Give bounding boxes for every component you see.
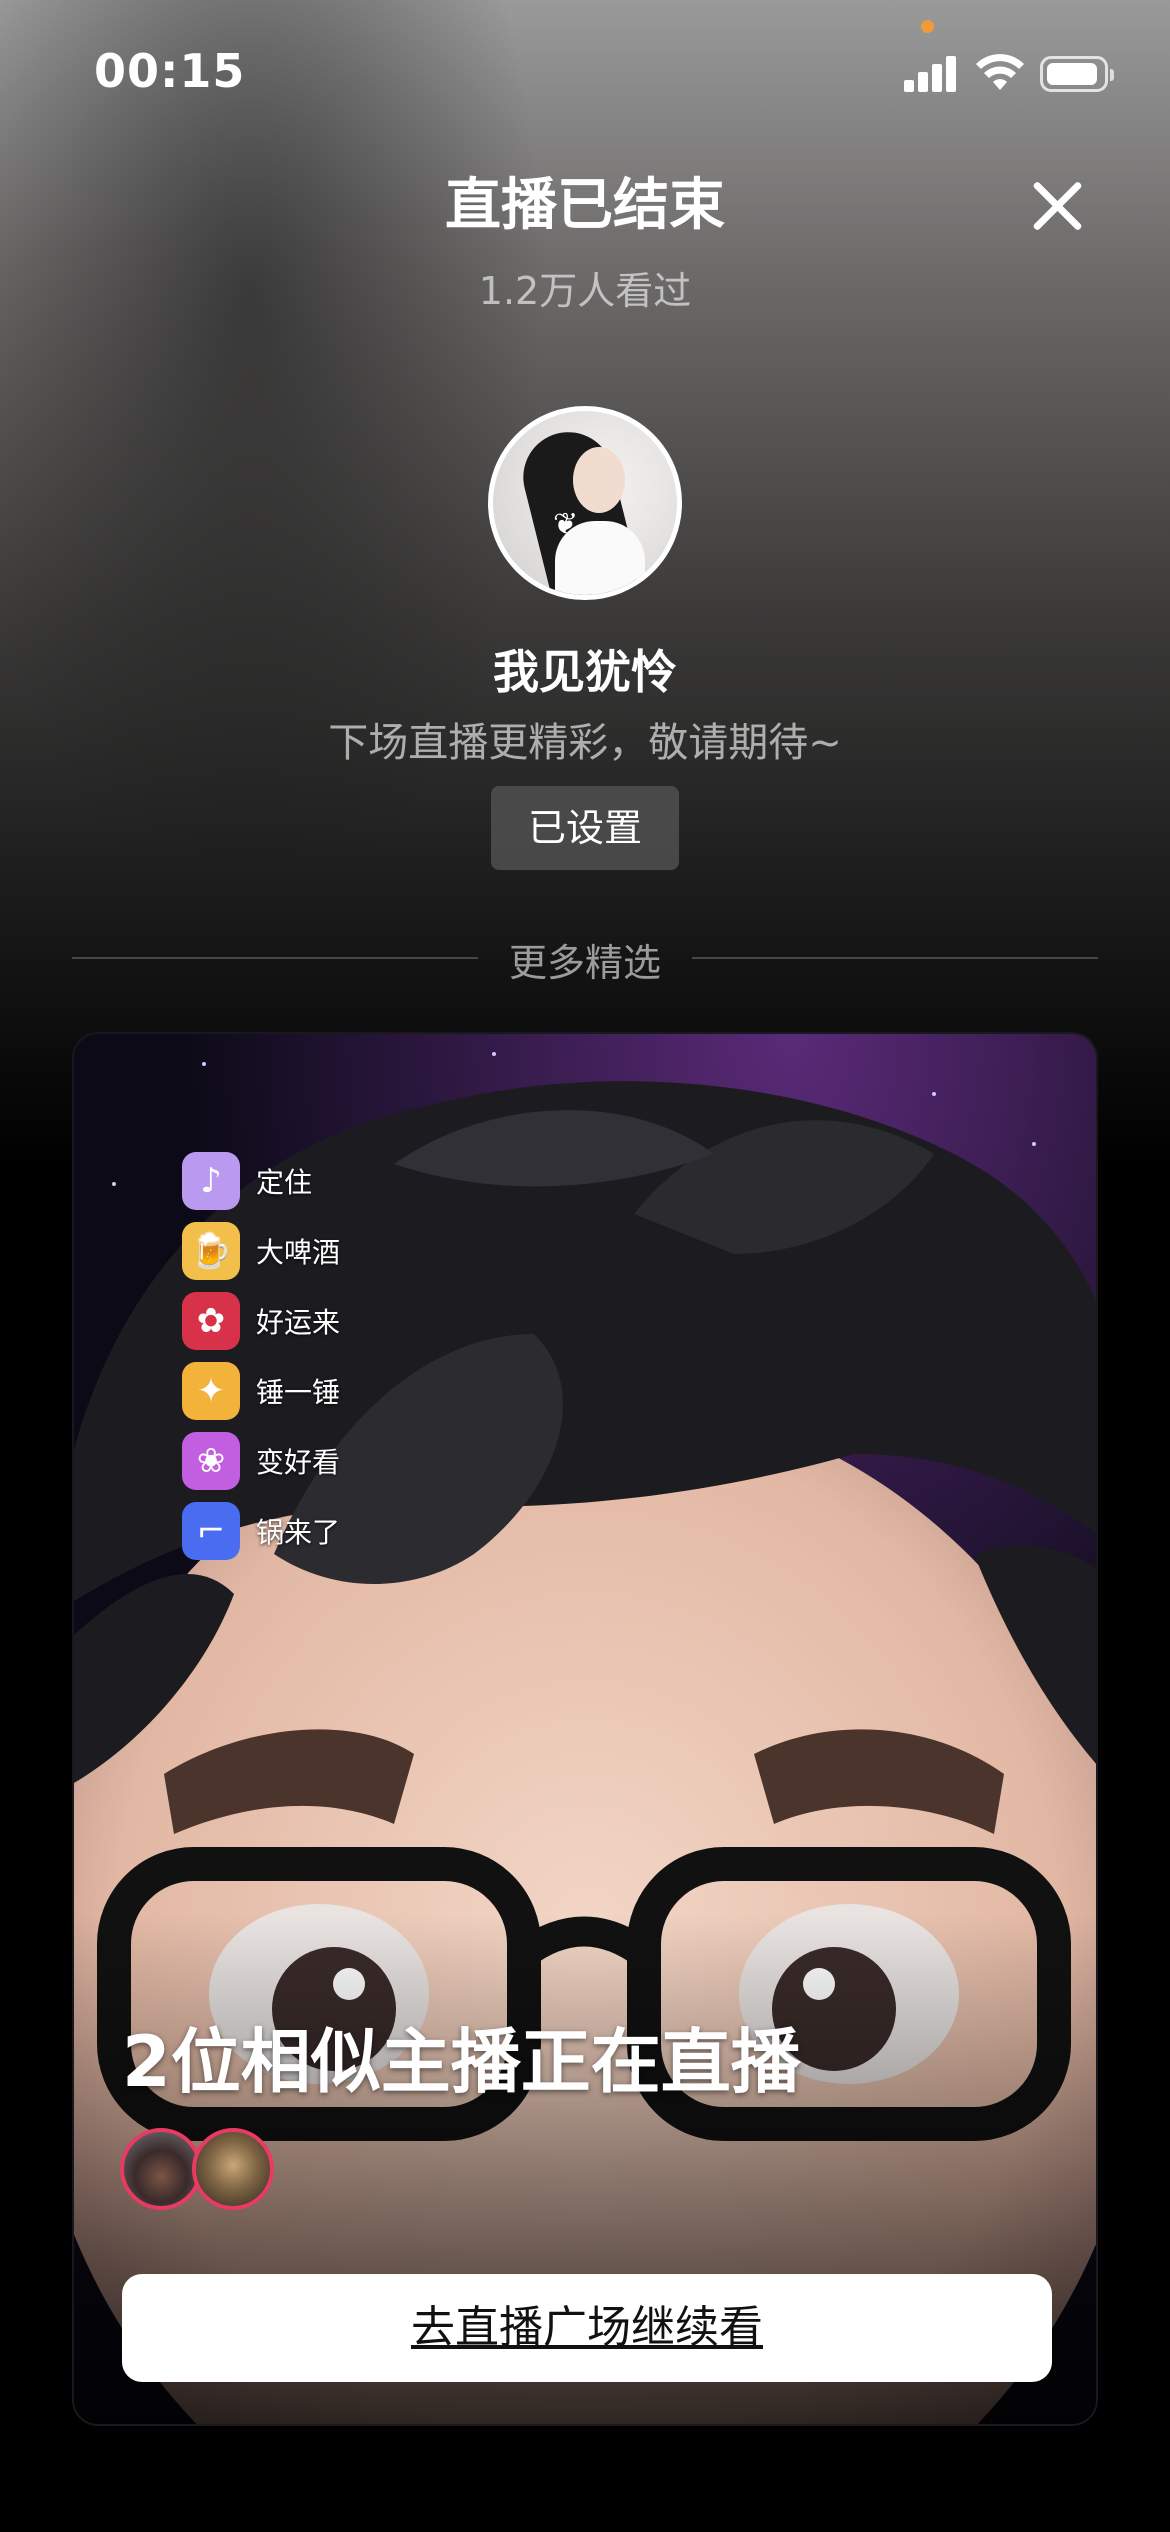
signal-icon bbox=[904, 54, 958, 92]
gift-list: ♪ 定住 🍺 大啤酒 ✿ 好运来 ✦ 锤一锤 ❀ 变好看 ⌐ 锅来了 bbox=[182, 1146, 340, 1566]
gift-item: ❀ 变好看 bbox=[182, 1426, 340, 1496]
reminder-set-button[interactable]: 已设置 bbox=[491, 786, 679, 870]
battery-icon bbox=[1040, 56, 1114, 92]
anchor-avatar-small[interactable] bbox=[192, 2128, 274, 2210]
status-bar: 00:15 bbox=[0, 0, 1170, 140]
similar-anchors-headline: 2位相似主播正在直播 bbox=[122, 2021, 801, 2103]
gift-label: 好运来 bbox=[256, 1306, 341, 1339]
anchor-name: 我见犹怜 bbox=[493, 645, 677, 699]
viewer-count: 1.2万人看过 bbox=[478, 269, 692, 313]
gift-item: 🍺 大啤酒 bbox=[182, 1216, 340, 1286]
gift-label: 大啤酒 bbox=[256, 1236, 341, 1269]
close-icon[interactable] bbox=[1030, 178, 1086, 234]
gift-label: 锤一锤 bbox=[256, 1376, 341, 1409]
anchor-subtitle: 下场直播更精彩，敬请期待~ bbox=[328, 720, 842, 766]
status-time: 00:15 bbox=[94, 44, 246, 98]
sunglasses-icon: ⌐ bbox=[182, 1502, 240, 1560]
page-title: 直播已结束 bbox=[445, 173, 725, 238]
go-to-live-square-button[interactable]: 去直播广场继续看 bbox=[122, 2274, 1052, 2382]
hammer-duck-icon: ✦ bbox=[182, 1362, 240, 1420]
similar-anchor-avatars bbox=[120, 2128, 280, 2210]
gift-label: 定住 bbox=[256, 1166, 313, 1199]
gift-label: 变好看 bbox=[256, 1446, 341, 1479]
anchor-avatar-small[interactable] bbox=[120, 2128, 202, 2210]
makeup-icon: ❀ bbox=[182, 1432, 240, 1490]
divider-line-right bbox=[692, 957, 1098, 959]
section-divider: 更多精选 bbox=[72, 930, 1098, 986]
butterfly-icon: ❦ bbox=[553, 507, 579, 542]
gift-item: ♪ 定住 bbox=[182, 1146, 340, 1216]
privacy-indicator-dot bbox=[921, 20, 934, 33]
flower-bouquet-icon: ✿ bbox=[182, 1292, 240, 1350]
gift-label: 锅来了 bbox=[256, 1516, 341, 1549]
section-label: 更多精选 bbox=[508, 941, 661, 985]
gift-item: ✿ 好运来 bbox=[182, 1286, 340, 1356]
gift-item: ⌐ 锅来了 bbox=[182, 1496, 340, 1566]
wifi-icon bbox=[976, 54, 1024, 90]
music-note-icon: ♪ bbox=[182, 1152, 240, 1210]
recommendation-card[interactable]: ♪ 定住 🍺 大啤酒 ✿ 好运来 ✦ 锤一锤 ❀ 变好看 ⌐ 锅来了 2位相似主… bbox=[72, 1032, 1098, 2426]
anchor-avatar[interactable]: ❦ bbox=[488, 406, 682, 600]
gift-item: ✦ 锤一锤 bbox=[182, 1356, 340, 1426]
beer-icon: 🍺 bbox=[182, 1222, 240, 1280]
avatar-face bbox=[573, 447, 625, 513]
